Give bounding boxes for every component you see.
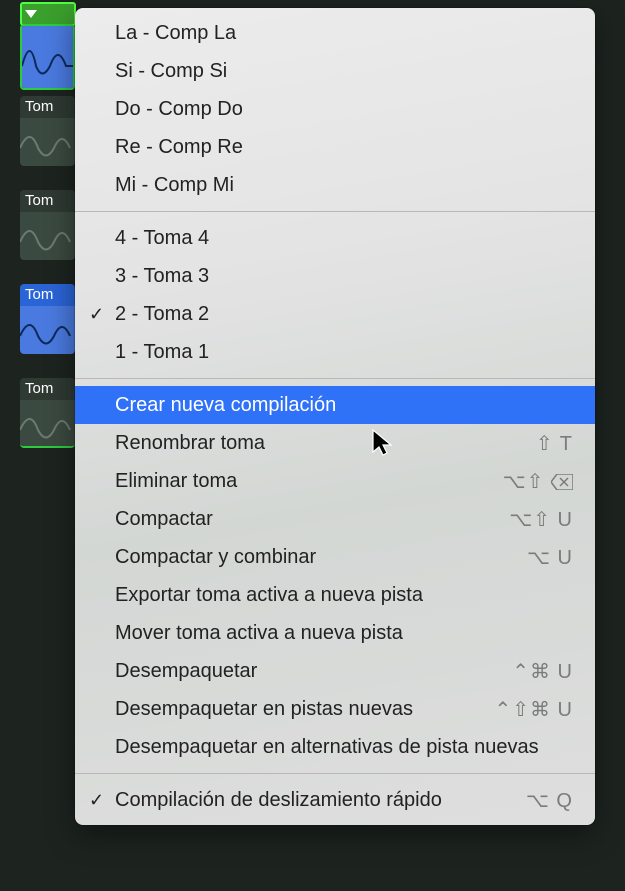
menu-item-rename-take[interactable]: Renombrar toma ⇧ T <box>75 424 595 462</box>
take-folder-region[interactable] <box>20 24 75 90</box>
menu-shortcut: ⌃⇧⌘ U <box>494 697 573 722</box>
menu-item-label: Compilación de deslizamiento rápido <box>115 789 514 812</box>
waveform-icon <box>22 26 75 88</box>
take-lane-1[interactable]: Tom <box>20 96 75 166</box>
waveform-icon <box>20 118 75 166</box>
menu-shortcut: ⌥⇧ U <box>509 507 573 532</box>
take-lane-label: Tom <box>20 190 75 212</box>
take-lane-2[interactable]: Tom <box>20 190 75 260</box>
menu-item-take[interactable]: 1 - Toma 1 <box>75 333 595 371</box>
menu-separator <box>75 211 595 212</box>
menu-shortcut: ⌥ Q <box>526 788 573 813</box>
menu-shortcut: ⌥⇧ <box>503 469 573 494</box>
waveform-icon <box>20 212 75 260</box>
menu-item-label: Si - Comp Si <box>115 60 573 83</box>
menu-item-flatten[interactable]: Compactar ⌥⇧ U <box>75 500 595 538</box>
menu-item-label: Do - Comp Do <box>115 98 573 121</box>
waveform-icon <box>20 400 75 448</box>
menu-separator <box>75 378 595 379</box>
menu-shortcut: ⌃⌘ U <box>512 659 573 684</box>
menu-item-comp[interactable]: La - Comp La <box>75 14 595 52</box>
menu-item-comp[interactable]: Do - Comp Do <box>75 90 595 128</box>
menu-item-comp[interactable]: Mi - Comp Mi <box>75 166 595 204</box>
menu-item-export-active-take[interactable]: Exportar toma activa a nueva pista <box>75 576 595 614</box>
disclosure-triangle-icon <box>25 10 37 18</box>
menu-item-unpack-track-alternatives[interactable]: Desempaquetar en alternativas de pista n… <box>75 728 595 766</box>
menu-item-create-new-comp[interactable]: Crear nueva compilación <box>75 386 595 424</box>
take-folder-context-menu: La - Comp La Si - Comp Si Do - Comp Do R… <box>75 8 595 825</box>
menu-shortcut: ⇧ T <box>536 431 573 456</box>
menu-item-delete-take[interactable]: Eliminar toma ⌥⇧ <box>75 462 595 500</box>
menu-item-take[interactable]: ✓ 2 - Toma 2 <box>75 295 595 333</box>
menu-item-comp[interactable]: Re - Comp Re <box>75 128 595 166</box>
menu-item-label: Desempaquetar <box>115 660 500 683</box>
menu-item-take[interactable]: 3 - Toma 3 <box>75 257 595 295</box>
menu-item-label: Compactar <box>115 508 497 531</box>
waveform-icon <box>20 306 75 354</box>
menu-item-label: 4 - Toma 4 <box>115 227 573 250</box>
track-area: Tom Tom Tom Tom <box>0 0 625 891</box>
shortcut-modifier-text: ⌥⇧ <box>503 471 545 493</box>
menu-item-label: Exportar toma activa a nueva pista <box>115 584 573 607</box>
menu-item-label: Desempaquetar en alternativas de pista n… <box>115 736 573 759</box>
take-folder-disclosure[interactable] <box>20 2 76 26</box>
menu-item-flatten-merge[interactable]: Compactar y combinar ⌥ U <box>75 538 595 576</box>
menu-item-label: Crear nueva compilación <box>115 394 573 417</box>
menu-separator <box>75 773 595 774</box>
menu-item-comp[interactable]: Si - Comp Si <box>75 52 595 90</box>
take-lane-4[interactable]: Tom <box>20 378 75 448</box>
menu-item-label: Mi - Comp Mi <box>115 174 573 197</box>
menu-item-label: Renombrar toma <box>115 432 524 455</box>
menu-item-unpack[interactable]: Desempaquetar ⌃⌘ U <box>75 652 595 690</box>
menu-item-label: Desempaquetar en pistas nuevas <box>115 698 482 721</box>
menu-item-unpack-new-tracks[interactable]: Desempaquetar en pistas nuevas ⌃⇧⌘ U <box>75 690 595 728</box>
menu-item-label: Compactar y combinar <box>115 546 515 569</box>
menu-item-move-active-take[interactable]: Mover toma activa a nueva pista <box>75 614 595 652</box>
menu-item-label: Re - Comp Re <box>115 136 573 159</box>
delete-icon <box>551 474 573 490</box>
take-lane-label: Tom <box>20 378 75 400</box>
menu-item-quick-swipe-comping[interactable]: ✓ Compilación de deslizamiento rápido ⌥ … <box>75 781 595 819</box>
take-lane-label: Tom <box>20 96 75 118</box>
take-lane-3[interactable]: Tom <box>20 284 75 354</box>
checkmark-icon: ✓ <box>89 790 104 811</box>
menu-item-label: Mover toma activa a nueva pista <box>115 622 573 645</box>
take-lane-label: Tom <box>20 284 75 306</box>
menu-item-take[interactable]: 4 - Toma 4 <box>75 219 595 257</box>
menu-item-label: 1 - Toma 1 <box>115 341 573 364</box>
menu-shortcut: ⌥ U <box>527 545 573 570</box>
checkmark-icon: ✓ <box>89 304 104 325</box>
menu-item-label: 2 - Toma 2 <box>115 303 573 326</box>
menu-item-label: La - Comp La <box>115 22 573 45</box>
menu-item-label: 3 - Toma 3 <box>115 265 573 288</box>
menu-item-label: Eliminar toma <box>115 470 491 493</box>
